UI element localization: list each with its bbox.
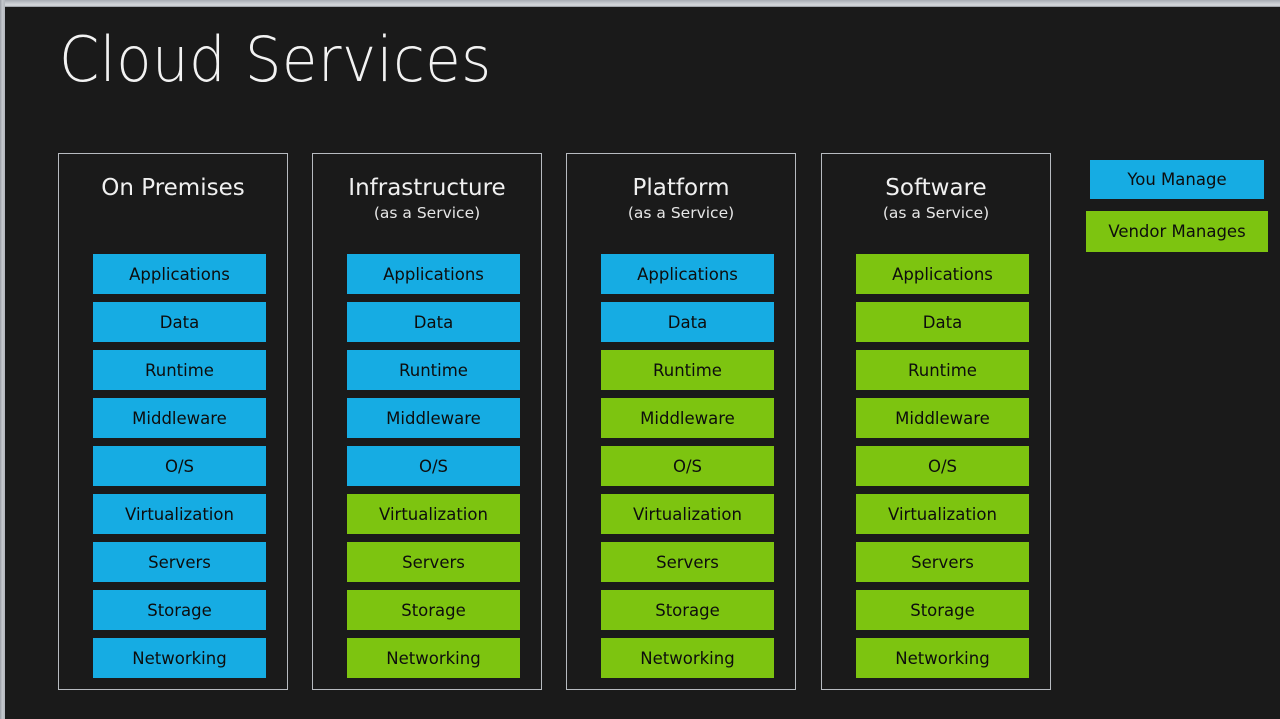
layer-block-data[interactable]: Data — [347, 302, 520, 342]
column-title: Platform — [632, 175, 730, 201]
layer-block-applications[interactable]: Applications — [347, 254, 520, 294]
layer-block-networking[interactable]: Networking — [856, 638, 1029, 678]
layer-block-applications[interactable]: Applications — [93, 254, 266, 294]
column-title: Infrastructure — [348, 175, 506, 201]
legend: You Manage Vendor Manages — [1086, 160, 1268, 252]
page-title: Cloud Services — [59, 23, 492, 96]
layer-stack: Applications Data Runtime Middleware O/S Virt… — [856, 254, 1029, 678]
column-header: On Premises — [59, 175, 287, 202]
slide-canvas: Cloud Services On Premises Applications Da… — [5, 7, 1280, 719]
layer-block-middleware[interactable]: Middleware — [601, 398, 774, 438]
layer-block-middleware[interactable]: Middleware — [93, 398, 266, 438]
column-header: Infrastructure (as a Service) — [313, 175, 541, 223]
frame-edge-top — [0, 0, 1280, 7]
column-subtitle: (as a Service) — [882, 204, 990, 222]
layer-block-storage[interactable]: Storage — [856, 590, 1029, 630]
column-subtitle: (as a Service) — [627, 204, 735, 222]
layer-block-runtime[interactable]: Runtime — [93, 350, 266, 390]
service-column-platform[interactable]: Platform (as a Service) Applications Data Ru… — [566, 153, 796, 690]
layer-block-servers[interactable]: Servers — [347, 542, 520, 582]
layer-block-virtualization[interactable]: Virtualization — [93, 494, 266, 534]
column-header: Software (as a Service) — [822, 175, 1050, 223]
column-title: On Premises — [101, 175, 245, 201]
layer-block-networking[interactable]: Networking — [347, 638, 520, 678]
column-header: Platform (as a Service) — [567, 175, 795, 223]
layer-stack: Applications Data Runtime Middleware O/S Virt… — [601, 254, 774, 678]
layer-block-o-s[interactable]: O/S — [93, 446, 266, 486]
layer-block-storage[interactable]: Storage — [347, 590, 520, 630]
layer-block-servers[interactable]: Servers — [856, 542, 1029, 582]
layer-block-servers[interactable]: Servers — [93, 542, 266, 582]
layer-block-o-s[interactable]: O/S — [601, 446, 774, 486]
layer-block-data[interactable]: Data — [93, 302, 266, 342]
service-column-infrastructure[interactable]: Infrastructure (as a Service) Applications… — [312, 153, 542, 690]
layer-block-o-s[interactable]: O/S — [856, 446, 1029, 486]
layer-block-runtime[interactable]: Runtime — [856, 350, 1029, 390]
layer-block-o-s[interactable]: O/S — [347, 446, 520, 486]
layer-block-virtualization[interactable]: Virtualization — [856, 494, 1029, 534]
layer-block-middleware[interactable]: Middleware — [856, 398, 1029, 438]
layer-block-middleware[interactable]: Middleware — [347, 398, 520, 438]
layer-block-servers[interactable]: Servers — [601, 542, 774, 582]
layer-block-runtime[interactable]: Runtime — [601, 350, 774, 390]
legend-you-manage: You Manage — [1090, 160, 1264, 199]
service-column-on-premises[interactable]: On Premises Applications Data Runtime Middle… — [58, 153, 288, 690]
layer-stack: Applications Data Runtime Middleware O/S Virt… — [93, 254, 266, 678]
column-title: Software — [885, 175, 987, 201]
legend-vendor-manages: Vendor Manages — [1086, 211, 1268, 252]
column-subtitle: (as a Service) — [373, 204, 481, 222]
layer-block-virtualization[interactable]: Virtualization — [347, 494, 520, 534]
layer-block-data[interactable]: Data — [601, 302, 774, 342]
slide-frame: Cloud Services On Premises Applications Da… — [0, 0, 1280, 719]
layer-block-applications[interactable]: Applications — [856, 254, 1029, 294]
layer-block-applications[interactable]: Applications — [601, 254, 774, 294]
service-column-software[interactable]: Software (as a Service) Applications Data Ru… — [821, 153, 1051, 690]
layer-block-storage[interactable]: Storage — [601, 590, 774, 630]
layer-block-data[interactable]: Data — [856, 302, 1029, 342]
layer-block-virtualization[interactable]: Virtualization — [601, 494, 774, 534]
layer-block-networking[interactable]: Networking — [601, 638, 774, 678]
layer-block-storage[interactable]: Storage — [93, 590, 266, 630]
layer-block-networking[interactable]: Networking — [93, 638, 266, 678]
layer-block-runtime[interactable]: Runtime — [347, 350, 520, 390]
layer-stack: Applications Data Runtime Middleware O/S Virt… — [347, 254, 520, 678]
